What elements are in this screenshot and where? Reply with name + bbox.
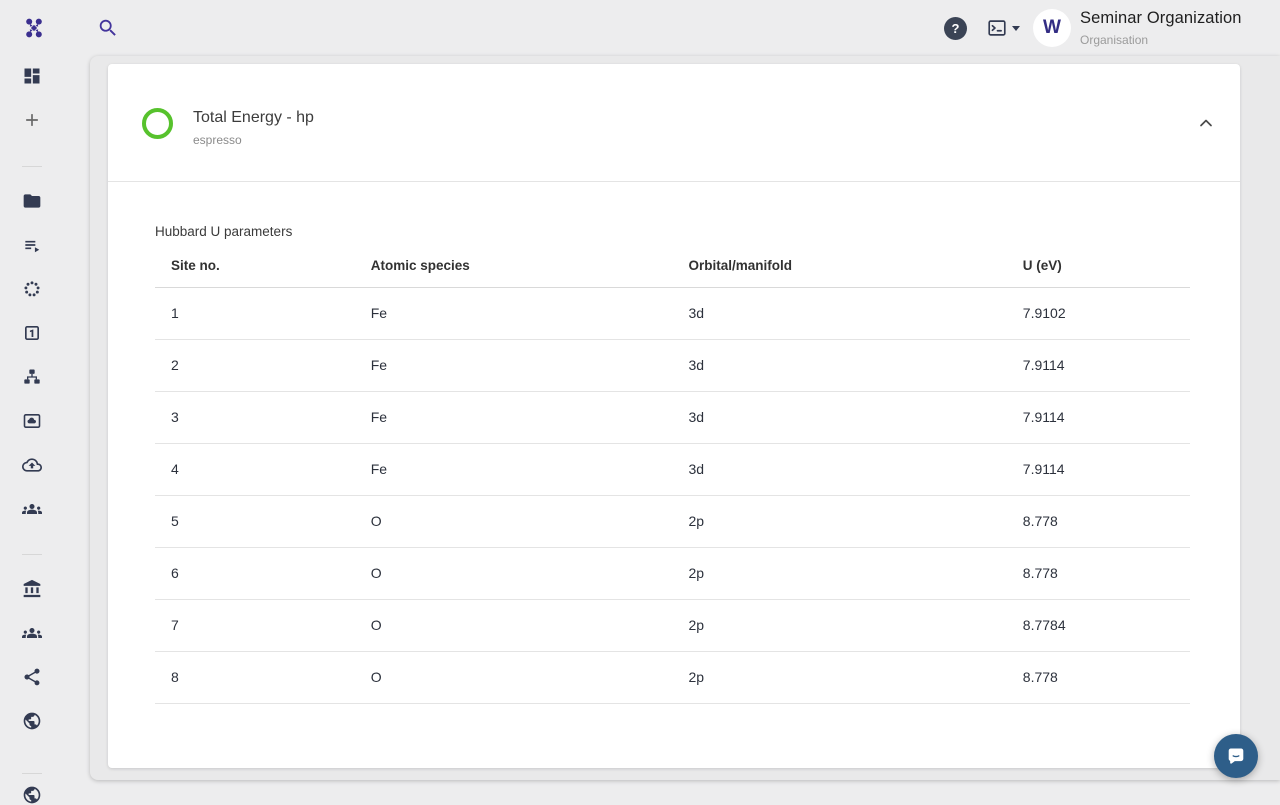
table-row: 3Fe3d7.9114 [155, 391, 1190, 443]
cell-atomic-species: O [355, 599, 673, 651]
sidebar-rail [0, 56, 90, 800]
rail-divider [22, 166, 42, 167]
add-icon[interactable] [22, 110, 42, 130]
job-list-icon[interactable] [22, 235, 42, 255]
col-header-orbital: Orbital/manifold [672, 245, 1006, 287]
col-header-species: Atomic species [355, 245, 673, 287]
cell-atomic-species: Fe [355, 391, 673, 443]
cell-u-ev: 7.9102 [1007, 287, 1190, 339]
org-subtitle: Organisation [1080, 33, 1242, 47]
content-panel: Total Energy - hp espresso Hubbard U par… [90, 56, 1280, 780]
cell-atomic-species: O [355, 495, 673, 547]
cell-atomic-species: O [355, 547, 673, 599]
card-title: Total Energy - hp [193, 109, 314, 127]
cell-orbital-manifold: 2p [672, 651, 1006, 703]
rail-divider [22, 554, 42, 555]
cell-orbital-manifold: 2p [672, 547, 1006, 599]
cell-orbital-manifold: 3d [672, 287, 1006, 339]
table-row: 4Fe3d7.9114 [155, 443, 1190, 495]
card-subtitle: espresso [193, 133, 314, 147]
org-menu[interactable]: Seminar Organization Organisation [1080, 9, 1242, 47]
org-name: Seminar Organization [1080, 9, 1242, 28]
section-title: Hubbard U parameters [155, 224, 1190, 239]
cell-atomic-species: Fe [355, 339, 673, 391]
cell-u-ev: 8.778 [1007, 651, 1190, 703]
table-row: 7O2p8.7784 [155, 599, 1190, 651]
cell-u-ev: 7.9114 [1007, 391, 1190, 443]
hubbard-table-body: 1Fe3d7.91022Fe3d7.91143Fe3d7.91144Fe3d7.… [155, 287, 1190, 703]
help-glyph: ? [952, 21, 960, 36]
cell-atomic-species: Fe [355, 287, 673, 339]
cell-site-no: 2 [155, 339, 355, 391]
cell-orbital-manifold: 2p [672, 495, 1006, 547]
table-row: 1Fe3d7.9102 [155, 287, 1190, 339]
rail-divider [22, 773, 42, 774]
topbar: ? W Seminar Organization Organisation [0, 0, 1280, 56]
cell-site-no: 4 [155, 443, 355, 495]
cell-site-no: 5 [155, 495, 355, 547]
avatar[interactable]: W [1033, 9, 1071, 47]
workflow-tree-icon[interactable] [22, 367, 42, 387]
cell-site-no: 8 [155, 651, 355, 703]
cell-orbital-manifold: 3d [672, 443, 1006, 495]
globe-icon-bottom[interactable] [22, 785, 42, 805]
dashboard-icon[interactable] [22, 66, 42, 86]
col-header-site: Site no. [155, 245, 355, 287]
cell-atomic-species: Fe [355, 443, 673, 495]
cluster-dots-icon[interactable] [22, 279, 42, 299]
help-icon[interactable]: ? [944, 17, 967, 40]
col-header-u: U (eV) [1007, 245, 1190, 287]
card-header: Total Energy - hp espresso [108, 64, 1240, 182]
team-icon[interactable] [22, 499, 42, 519]
table-row: 8O2p8.778 [155, 651, 1190, 703]
share-icon[interactable] [22, 667, 42, 687]
cell-orbital-manifold: 3d [672, 391, 1006, 443]
cell-site-no: 6 [155, 547, 355, 599]
cell-u-ev: 8.778 [1007, 547, 1190, 599]
terminal-dropdown-icon[interactable] [986, 17, 1008, 39]
folder-icon[interactable] [22, 191, 42, 211]
cell-u-ev: 7.9114 [1007, 339, 1190, 391]
cell-atomic-species: O [355, 651, 673, 703]
organization-icon[interactable] [22, 579, 42, 599]
table-header-row: Site no. Atomic species Orbital/manifold… [155, 245, 1190, 287]
cell-u-ev: 8.7784 [1007, 599, 1190, 651]
chat-bubble-icon [1224, 744, 1248, 768]
looks-one-icon[interactable] [22, 323, 42, 343]
chat-fab-button[interactable] [1214, 734, 1258, 778]
cell-u-ev: 8.778 [1007, 495, 1190, 547]
card-header-text: Total Energy - hp espresso [193, 109, 314, 147]
status-ring-icon [142, 108, 173, 139]
cell-site-no: 3 [155, 391, 355, 443]
cloud-image-icon[interactable] [22, 411, 42, 431]
result-card: Total Energy - hp espresso Hubbard U par… [108, 64, 1240, 768]
terminal-caret-icon[interactable] [1012, 26, 1020, 31]
cloud-upload-icon[interactable] [22, 455, 42, 475]
search-icon[interactable] [97, 17, 119, 39]
card-body: Hubbard U parameters Site no. Atomic spe… [108, 182, 1240, 704]
app-logo-icon[interactable] [22, 16, 46, 40]
groups-icon[interactable] [22, 623, 42, 643]
cell-orbital-manifold: 3d [672, 339, 1006, 391]
globe-icon[interactable] [22, 711, 42, 731]
cell-orbital-manifold: 2p [672, 599, 1006, 651]
table-row: 6O2p8.778 [155, 547, 1190, 599]
cell-site-no: 1 [155, 287, 355, 339]
table-row: 2Fe3d7.9114 [155, 339, 1190, 391]
chevron-up-icon[interactable] [1194, 111, 1218, 135]
hubbard-table: Site no. Atomic species Orbital/manifold… [155, 245, 1190, 704]
avatar-letter: W [1043, 17, 1061, 39]
cell-site-no: 7 [155, 599, 355, 651]
table-row: 5O2p8.778 [155, 495, 1190, 547]
cell-u-ev: 7.9114 [1007, 443, 1190, 495]
